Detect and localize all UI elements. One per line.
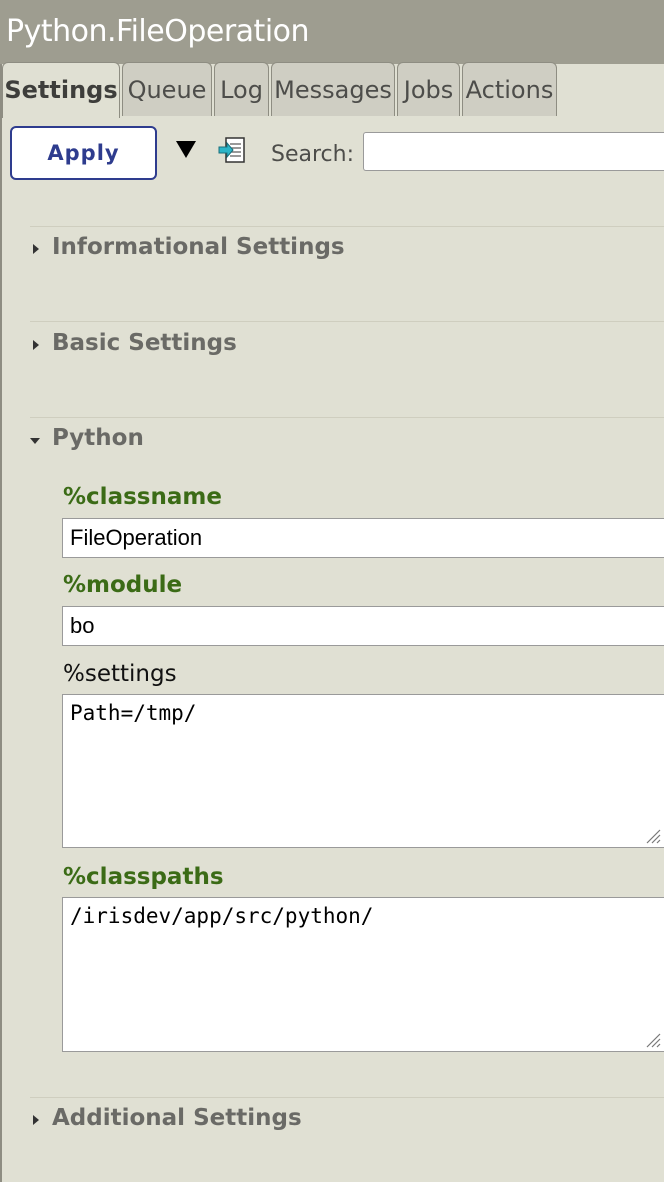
settings-label: %settings bbox=[63, 661, 177, 687]
section-additional-settings[interactable]: Additional Settings bbox=[30, 1105, 430, 1137]
section-label: Python bbox=[52, 425, 144, 451]
section-divider bbox=[30, 417, 664, 418]
tab-jobs[interactable]: Jobs bbox=[397, 62, 460, 116]
caret-right-icon bbox=[33, 1115, 39, 1125]
search-input[interactable] bbox=[363, 132, 664, 171]
section-informational-settings[interactable]: Informational Settings bbox=[30, 234, 430, 266]
module-label: %module bbox=[63, 572, 183, 598]
tab-settings[interactable]: Settings bbox=[2, 62, 120, 118]
caret-right-icon bbox=[33, 340, 39, 350]
section-divider bbox=[30, 226, 664, 227]
resize-grip-icon[interactable] bbox=[645, 828, 661, 844]
tab-messages[interactable]: Messages bbox=[271, 62, 395, 116]
section-label: Additional Settings bbox=[52, 1105, 302, 1131]
tab-queue[interactable]: Queue bbox=[122, 62, 212, 116]
window-title: Python.FileOperation bbox=[6, 14, 310, 49]
classname-label: %classname bbox=[63, 484, 222, 510]
section-divider bbox=[30, 321, 664, 322]
down-triangle-icon[interactable] bbox=[176, 141, 196, 158]
section-divider bbox=[30, 1097, 664, 1098]
title-bar: Python.FileOperation bbox=[0, 0, 664, 64]
document-export-icon[interactable] bbox=[218, 136, 248, 166]
caret-right-icon bbox=[33, 244, 39, 254]
classpaths-textarea[interactable]: /irisdev/app/src/python/ bbox=[62, 897, 664, 1052]
tab-actions[interactable]: Actions bbox=[462, 62, 557, 116]
section-label: Informational Settings bbox=[52, 234, 345, 260]
module-field[interactable] bbox=[62, 606, 664, 646]
resize-grip-icon[interactable] bbox=[645, 1032, 661, 1048]
apply-button[interactable]: Apply bbox=[10, 126, 157, 180]
classpaths-label: %classpaths bbox=[63, 864, 224, 890]
section-label: Basic Settings bbox=[52, 330, 237, 356]
settings-textarea[interactable]: Path=/tmp/ bbox=[62, 694, 664, 848]
footer-bar bbox=[0, 1182, 664, 1188]
caret-down-icon bbox=[30, 438, 40, 444]
search-label: Search: bbox=[271, 142, 354, 167]
section-basic-settings[interactable]: Basic Settings bbox=[30, 330, 430, 362]
tab-log[interactable]: Log bbox=[214, 62, 269, 116]
section-python[interactable]: Python bbox=[30, 425, 430, 457]
classname-field[interactable] bbox=[62, 518, 664, 558]
